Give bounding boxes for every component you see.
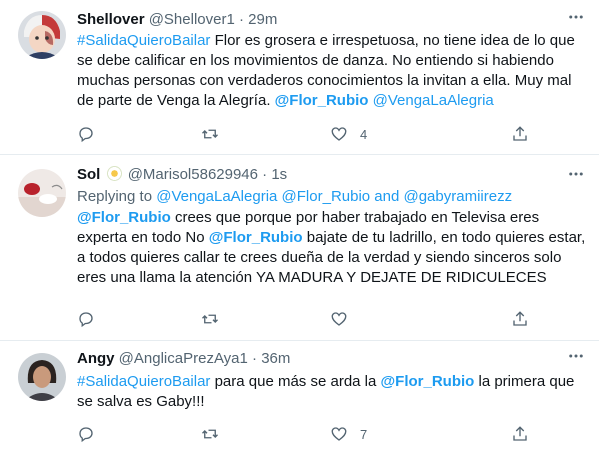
share-button[interactable] (511, 124, 529, 144)
display-name[interactable]: Angy (77, 350, 115, 367)
reply-icon (79, 427, 93, 443)
mention-link[interactable]: @Flor_Rubio (381, 373, 475, 390)
heart-icon (331, 427, 347, 441)
display-name[interactable]: Shellover (77, 11, 145, 28)
replying-to-links[interactable]: @VengaLaAlegria @Flor_Rubio and @gabyram… (156, 188, 512, 205)
flower-emoji (106, 166, 122, 181)
reply-button[interactable] (77, 124, 107, 144)
tweet-text: @Flor_Rubio crees que porque por haber t… (77, 208, 592, 288)
replying-prefix: Replying to (77, 188, 157, 205)
timestamp[interactable]: 36m (261, 350, 290, 367)
reply-button[interactable] (77, 309, 107, 329)
tweet-shellover[interactable]: Shellover @Shellover1 · 29m #SalidaQuier… (0, 0, 599, 155)
like-button[interactable]: 7 (330, 424, 367, 444)
retweet-icon (202, 314, 218, 324)
retweet-button[interactable] (201, 424, 231, 444)
mention-link[interactable]: @Flor_Rubio (275, 92, 369, 109)
retweet-icon (202, 429, 218, 439)
like-count: 7 (360, 426, 368, 442)
mention-link[interactable]: @VengaLaAlegria (373, 92, 494, 109)
like-button[interactable] (330, 309, 360, 329)
share-button[interactable] (511, 424, 529, 444)
tweet-actions (77, 309, 557, 329)
like-count: 4 (360, 126, 368, 142)
avatar[interactable] (18, 353, 66, 401)
tweet-angy[interactable]: Angy @AnglicaPrezAya1 · 36m #SalidaQuier… (0, 341, 599, 453)
like-button[interactable]: 4 (330, 124, 367, 144)
share-icon (513, 311, 527, 326)
reply-icon (79, 127, 93, 143)
share-button[interactable] (511, 309, 529, 329)
heart-icon (331, 127, 347, 141)
timestamp[interactable]: 1s (271, 166, 287, 183)
avatar[interactable] (18, 11, 66, 59)
retweet-button[interactable] (201, 124, 231, 144)
mention-link[interactable]: @Flor_Rubio (209, 229, 303, 246)
share-icon (513, 126, 527, 141)
display-name[interactable]: Sol (77, 166, 100, 183)
avatar[interactable] (18, 169, 66, 217)
tweet-sol[interactable]: Sol @Marisol58629946 · 1s Replying to @V… (0, 155, 599, 341)
replying-to: Replying to @VengaLaAlegria @Flor_Rubio … (77, 187, 512, 207)
tweet-header: Shellover @Shellover1 · 29m (77, 10, 559, 30)
more-horizontal-icon[interactable] (567, 347, 585, 370)
more-horizontal-icon[interactable] (567, 8, 585, 31)
tweet-actions: 4 (77, 124, 557, 144)
separator-dot: · (238, 11, 244, 28)
user-handle[interactable]: @Shellover1 (149, 11, 235, 28)
user-handle[interactable]: @Marisol58629946 (128, 166, 258, 183)
tweet-actions: 7 (77, 424, 557, 444)
reply-icon (79, 312, 93, 328)
tweet-text-segment: para que más se arda la (210, 373, 381, 390)
hashtag-link[interactable]: #SalidaQuieroBailar (77, 373, 210, 390)
tweet-text: #SalidaQuieroBailar Flor es grosera e ir… (77, 31, 592, 111)
separator-dot: · (252, 350, 258, 367)
tweet-header: Angy @AnglicaPrezAya1 · 36m (77, 349, 559, 369)
timestamp[interactable]: 29m (248, 11, 277, 28)
heart-icon (331, 312, 347, 326)
tweet-header: Sol @Marisol58629946 · 1s (77, 165, 559, 185)
tweet-text: #SalidaQuieroBailar para que más se arda… (77, 372, 592, 412)
separator-dot: · (262, 166, 268, 183)
more-horizontal-icon[interactable] (567, 165, 585, 188)
mention-link[interactable]: @Flor_Rubio (77, 209, 171, 226)
retweet-button[interactable] (201, 309, 231, 329)
user-handle[interactable]: @AnglicaPrezAya1 (119, 350, 248, 367)
hashtag-link[interactable]: #SalidaQuieroBailar (77, 32, 210, 49)
retweet-icon (202, 129, 218, 139)
reply-button[interactable] (77, 424, 107, 444)
share-icon (513, 426, 527, 441)
